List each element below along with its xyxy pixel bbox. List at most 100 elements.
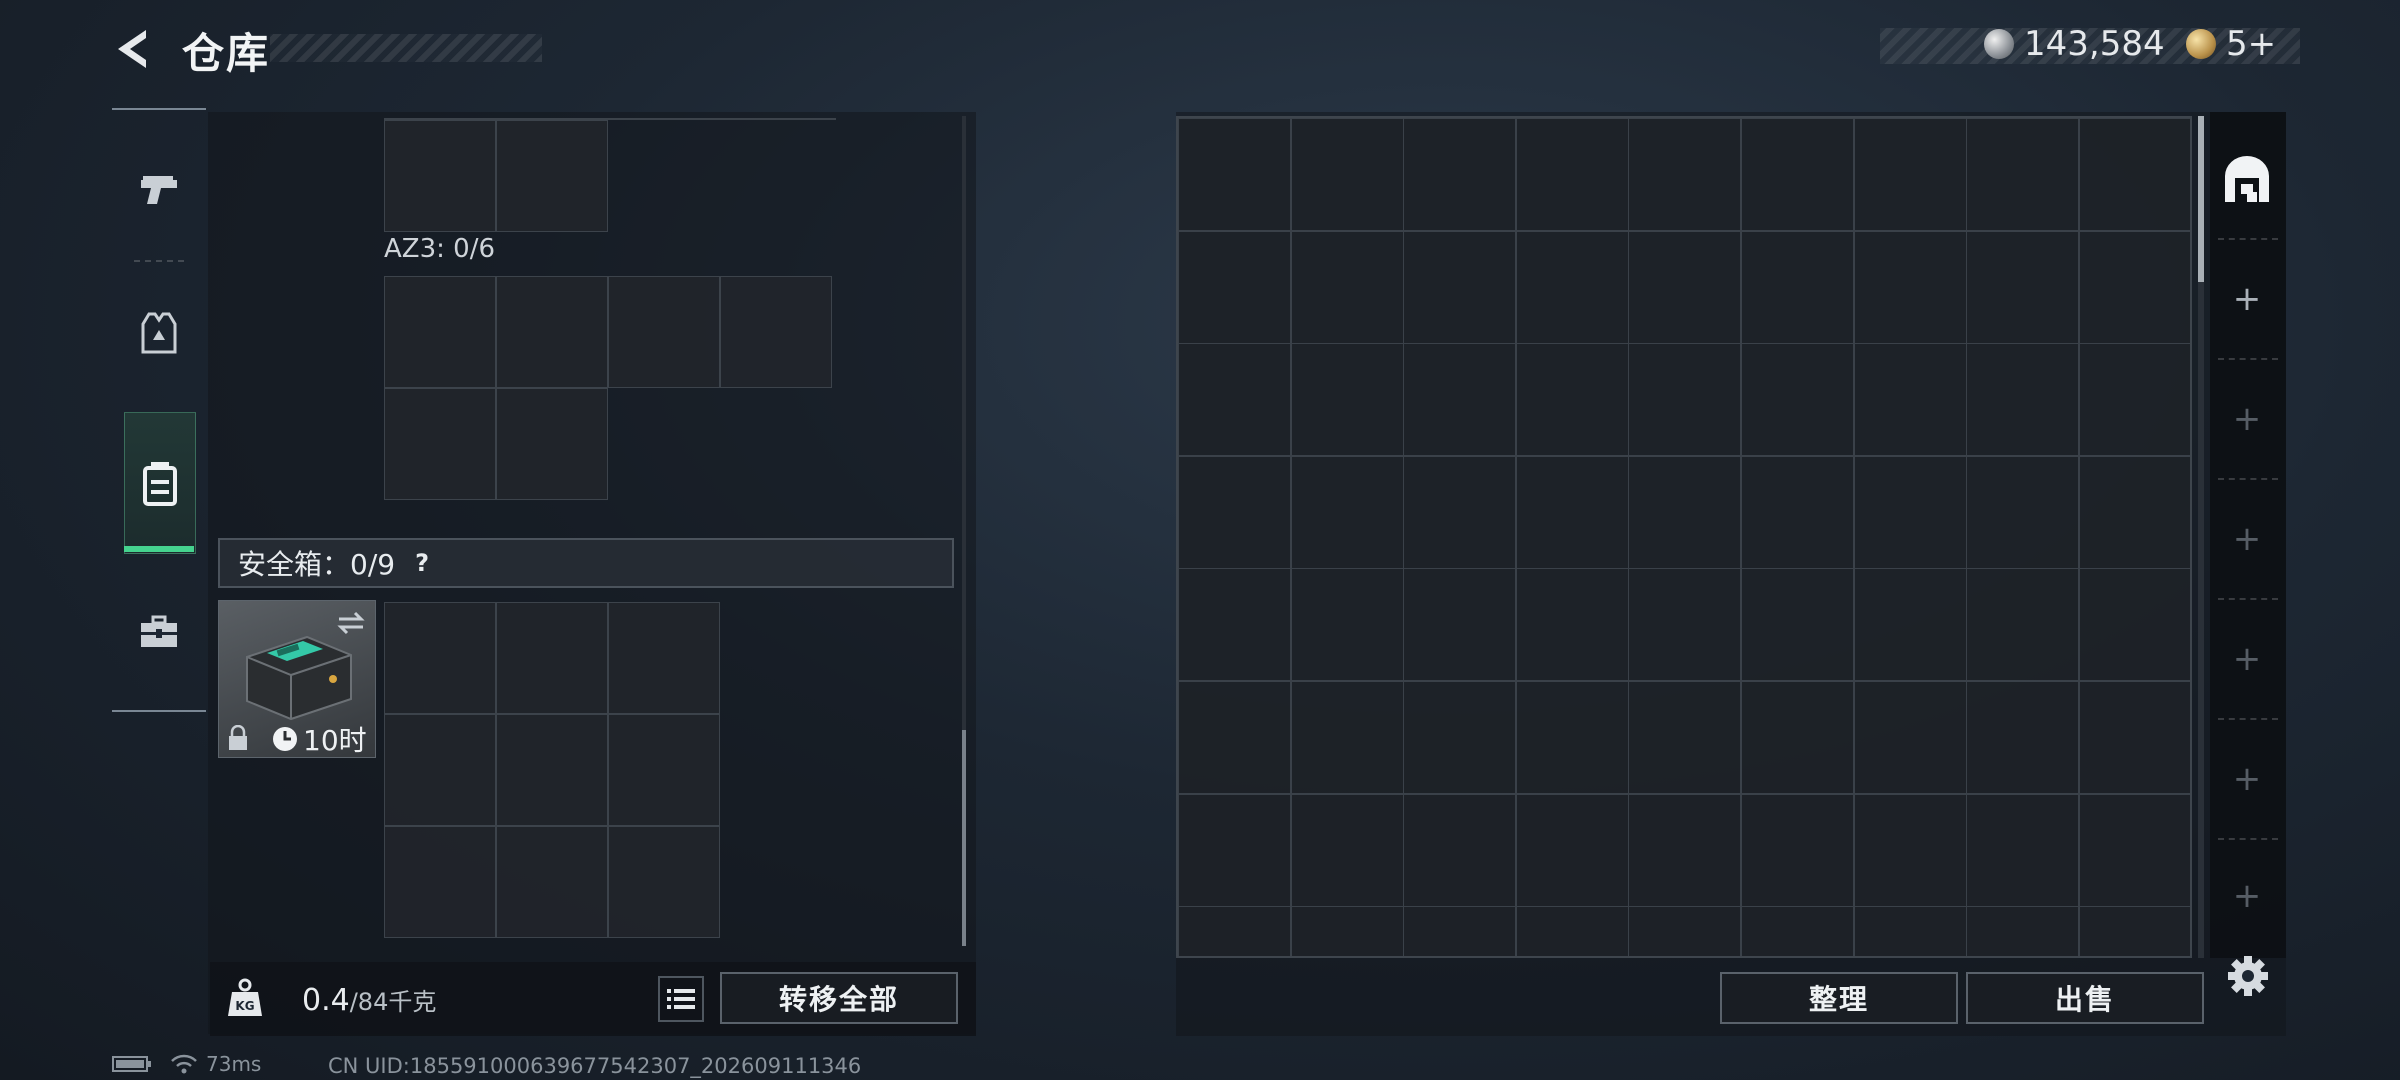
- stash-cell[interactable]: [1741, 681, 1854, 794]
- safe-slot[interactable]: [496, 714, 608, 826]
- stash-cell[interactable]: [1966, 118, 2080, 231]
- nav-item-weapons[interactable]: [124, 142, 194, 242]
- stash-cell[interactable]: [1515, 343, 1629, 457]
- stash-cell[interactable]: [1741, 793, 1854, 907]
- stash-cell[interactable]: [1515, 568, 1629, 682]
- stash-cell[interactable]: [1853, 568, 1967, 682]
- stash-cell[interactable]: [1290, 568, 1404, 682]
- stash-tab-add-locked[interactable]: +: [2214, 360, 2280, 478]
- az3-slot[interactable]: [608, 276, 720, 388]
- safe-slot[interactable]: [608, 826, 720, 938]
- stash-tab-add-locked[interactable]: +: [2214, 836, 2280, 956]
- nav-item-toolbox[interactable]: [124, 582, 194, 682]
- stash-tab-add-locked[interactable]: +: [2214, 600, 2280, 718]
- stash-cell[interactable]: [1515, 118, 1629, 231]
- stash-cell[interactable]: [1178, 230, 1291, 344]
- stash-cell[interactable]: [2078, 230, 2190, 344]
- nav-item-armor[interactable]: [124, 284, 194, 384]
- stash-cell[interactable]: [1741, 455, 1854, 569]
- stash-cell[interactable]: [1966, 681, 2080, 794]
- stash-cell[interactable]: [2078, 568, 2190, 682]
- stash-cell[interactable]: [1290, 343, 1404, 457]
- stash-tab-add-locked[interactable]: +: [2214, 720, 2280, 838]
- sort-button[interactable]: 整理: [1720, 972, 1958, 1024]
- stash-cell[interactable]: [1178, 793, 1291, 907]
- safe-slot[interactable]: [384, 602, 496, 714]
- az3-slot[interactable]: [384, 276, 496, 388]
- nav-item-backpack[interactable]: [124, 412, 196, 554]
- sell-button[interactable]: 出售: [1966, 972, 2204, 1024]
- stash-cell[interactable]: [2078, 681, 2190, 794]
- stash-cell[interactable]: [1853, 681, 1967, 794]
- stash-cell[interactable]: [1515, 906, 1629, 956]
- slot-cell[interactable]: [496, 120, 608, 232]
- az3-slot[interactable]: [384, 388, 496, 500]
- back-arrow-icon[interactable]: [112, 26, 158, 72]
- stash-cell[interactable]: [2078, 118, 2190, 231]
- stash-cell[interactable]: [1741, 343, 1854, 457]
- stash-tab-add[interactable]: +: [2214, 240, 2280, 358]
- stash-cell[interactable]: [1628, 906, 1742, 956]
- stash-cell[interactable]: [1966, 343, 2080, 457]
- left-scrollbar-thumb[interactable]: [962, 730, 966, 946]
- stash-cell[interactable]: [1290, 681, 1404, 794]
- stash-cell[interactable]: [2078, 906, 2190, 956]
- stash-cell[interactable]: [2078, 343, 2190, 457]
- transfer-all-button[interactable]: 转移全部: [720, 972, 958, 1024]
- stash-cell[interactable]: [1403, 568, 1517, 682]
- stash-cell[interactable]: [1515, 455, 1629, 569]
- stash-cell[interactable]: [2078, 793, 2190, 907]
- stash-cell[interactable]: [1853, 118, 1967, 231]
- safe-slot[interactable]: [496, 602, 608, 714]
- stash-cell[interactable]: [1628, 230, 1742, 344]
- stash-cell[interactable]: [1628, 568, 1742, 682]
- stash-cell[interactable]: [1290, 906, 1404, 956]
- stash-cell[interactable]: [1628, 118, 1742, 231]
- stash-cell[interactable]: [1628, 455, 1742, 569]
- safe-slot[interactable]: [384, 826, 496, 938]
- stash-cell[interactable]: [1178, 906, 1291, 956]
- safe-slot[interactable]: [496, 826, 608, 938]
- stash-cell[interactable]: [1403, 793, 1517, 907]
- gold-currency[interactable]: 5+: [2186, 24, 2276, 64]
- stash-cell[interactable]: [1966, 906, 2080, 956]
- stash-cell[interactable]: [1515, 681, 1629, 794]
- stash-cell[interactable]: [1853, 230, 1967, 344]
- stash-cell[interactable]: [1628, 681, 1742, 794]
- stash-cell[interactable]: [2078, 455, 2190, 569]
- az3-slot[interactable]: [496, 388, 608, 500]
- stash-cell[interactable]: [1853, 343, 1967, 457]
- stash-cell[interactable]: [1403, 906, 1517, 956]
- stash-cell[interactable]: [1403, 118, 1517, 231]
- az3-slot[interactable]: [496, 276, 608, 388]
- stash-cell[interactable]: [1403, 230, 1517, 344]
- stash-cell[interactable]: [1515, 230, 1629, 344]
- stash-cell[interactable]: [1966, 793, 2080, 907]
- stash-cell[interactable]: [1853, 906, 1967, 956]
- stash-cell[interactable]: [1403, 343, 1517, 457]
- stash-cell[interactable]: [1403, 455, 1517, 569]
- stash-cell[interactable]: [1178, 118, 1291, 231]
- stash-cell[interactable]: [1741, 568, 1854, 682]
- stash-cell[interactable]: [1290, 118, 1404, 231]
- safe-slot[interactable]: [384, 714, 496, 826]
- stash-cell[interactable]: [1178, 681, 1291, 794]
- stash-cell[interactable]: [1741, 230, 1854, 344]
- stash-cell[interactable]: [1741, 118, 1854, 231]
- list-view-button[interactable]: [658, 976, 704, 1022]
- stash-tab-main[interactable]: [2214, 120, 2280, 238]
- stash-cell[interactable]: [1290, 455, 1404, 569]
- stash-scrollbar-thumb[interactable]: [2198, 116, 2204, 282]
- gear-icon[interactable]: [2226, 954, 2270, 998]
- stash-cell[interactable]: [1741, 906, 1854, 956]
- safe-box-item[interactable]: 10时: [218, 600, 376, 758]
- stash-cell[interactable]: [1853, 793, 1967, 907]
- stash-cell[interactable]: [1966, 230, 2080, 344]
- stash-cell[interactable]: [1403, 681, 1517, 794]
- stash-cell[interactable]: [1178, 568, 1291, 682]
- stash-cell[interactable]: [1290, 793, 1404, 907]
- stash-grid[interactable]: [1176, 116, 2192, 958]
- help-icon[interactable]: ?: [407, 548, 437, 578]
- stash-cell[interactable]: [1178, 343, 1291, 457]
- stash-tab-add-locked[interactable]: +: [2214, 480, 2280, 598]
